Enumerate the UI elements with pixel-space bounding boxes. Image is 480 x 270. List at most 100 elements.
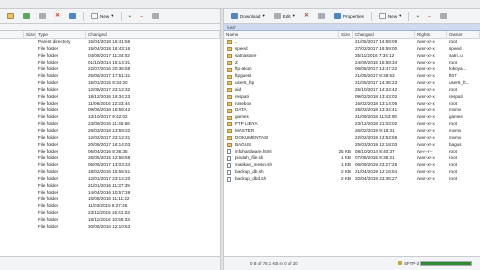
table-row[interactable]: aid 25/10/2017 14:34:42 rwxr-xr-x root	[224, 87, 480, 94]
table-row[interactable]: user6_ftp 21/05/2017 14:35:23 rwxr-xr-x use…	[224, 80, 480, 87]
right-filter-button[interactable]	[437, 11, 450, 21]
type-cell: File folder	[38, 155, 59, 161]
type-cell: File folder	[38, 203, 59, 209]
left-open-button[interactable]	[4, 11, 17, 21]
table-row[interactable]: DATA 26/03/2018 13:34:41 rwxr-xr-x mxmx	[224, 107, 480, 114]
size-cell	[335, 66, 353, 73]
left-new-button[interactable]: New ▾	[88, 11, 117, 21]
name-cell: aid	[235, 86, 242, 92]
left-col-size-header[interactable]: Size	[24, 31, 36, 39]
right-properties-button[interactable]: Properties	[331, 11, 367, 21]
table-row[interactable]: File folder 30/06/2016 12:10:53	[0, 224, 220, 231]
owner-cell: root	[449, 59, 457, 65]
table-row[interactable]: File folder 22/07/2016 20:36:58	[0, 66, 220, 73]
left-add-button[interactable]: +	[126, 12, 135, 21]
parent-folder-icon	[227, 40, 232, 45]
right-rename-button[interactable]	[315, 11, 328, 21]
right-col-size-header[interactable]: Size	[339, 31, 353, 39]
table-row[interactable]: FTP LIBYA 23/12/2018 21:03:02 rwxr-xr-x roo…	[224, 121, 480, 128]
table-row[interactable]: File folder 15/01/2015 9:34:20	[0, 80, 220, 87]
table-row[interactable]: ftp-akun 06/05/2017 13:47:22 rwxr-xr-x toko…	[224, 66, 480, 73]
table-row[interactable]: games 21/09/2018 11:53:08 rwxr-xr-x games	[224, 114, 480, 121]
table-row[interactable]: backup_dbd.sh 2 KB 20/04/2019 23:35:27 rwxr…	[224, 176, 480, 183]
right-col-name-header[interactable]: Name	[224, 31, 339, 39]
table-row[interactable]: File folder 09/06/2016 19:59:42	[0, 107, 220, 114]
table-row[interactable]: File folder 23/11/2016 16:41:03	[0, 210, 220, 217]
right-remove-button[interactable]: −	[425, 12, 434, 21]
rights-cell: rwxr-xr-x	[417, 114, 435, 120]
table-row[interactable]: File folder 06/06/2017 13:03:34	[0, 162, 220, 169]
table-row[interactable]: .. 21/05/2017 14:59:09 rwxr-xr-x root	[224, 39, 480, 46]
table-row[interactable]: rosebox 16/02/2018 13:14:06 rwxr-xr-x root	[224, 101, 480, 108]
type-cell: File folder	[38, 148, 59, 154]
right-col-rights-header[interactable]: Rights	[415, 31, 447, 39]
table-row[interactable]: matikan_mesin.sh 1 KB 06/09/2019 23:27:25 r…	[224, 162, 480, 169]
changed-cell: 25/10/2017 14:34:42	[355, 86, 398, 92]
table-row[interactable]: BAGUS 25/03/2019 12:18:03 rwxr-xr-x bagus	[224, 142, 480, 149]
table-row[interactable]: File folder 12/01/2017 23:12:20	[0, 176, 220, 183]
right-toolbar: Download ▾ Edit ▾ ✕ Properties New ▾ + −	[224, 9, 480, 24]
left-delete-button[interactable]: ✕	[52, 11, 63, 21]
table-row[interactable]: File folder 11/03/2015 8:27:46	[0, 203, 220, 210]
right-status-text: 0 B of 78.1 KB in 0 of 20	[250, 261, 298, 266]
left-filter-button[interactable]	[149, 11, 162, 21]
table-row[interactable]: File folder 26/05/2015 12:58:58	[0, 155, 220, 162]
table-row[interactable]: File folder 23/09/2016 11:45:56	[0, 121, 220, 128]
table-row[interactable]: File folder 12/02/2017 23:12:31	[0, 135, 220, 142]
left-col-type-header[interactable]: Type	[36, 31, 86, 39]
left-properties-button[interactable]	[66, 11, 79, 21]
table-row[interactable]: Parent directory 15/04/2018 16:41:56	[0, 39, 220, 46]
right-download-button[interactable]: Download ▾	[228, 11, 268, 21]
changed-cell: 21/04/2019 12:16:54	[355, 169, 398, 175]
right-col-owner-header[interactable]: Owner	[447, 31, 480, 39]
table-row[interactable]: File folder 13/10/2017 9:42:02	[0, 114, 220, 121]
type-cell: File folder	[38, 121, 59, 127]
table-row[interactable]: speed 27/02/2017 16:59:00 rwxr-xr-x speed	[224, 46, 480, 53]
right-add-button[interactable]: +	[413, 12, 422, 21]
changed-cell: 26/03/2018 13:34:41	[355, 107, 398, 113]
left-edit-button[interactable]	[36, 11, 49, 21]
table-row[interactable]: File folder 26/03/2018 13:59:32	[0, 128, 220, 135]
table-row[interactable]: backup_db.sh 2 KB 21/04/2019 12:16:54 rwxr-…	[224, 169, 480, 176]
right-col-changed-header[interactable]: Changed	[353, 31, 415, 39]
table-row[interactable]: ftpguest 21/05/2017 8:38:53 rwxr-xr-x ft07	[224, 73, 480, 80]
table-row[interactable]: File folder 18/11/2016 10:55:33	[0, 217, 220, 224]
table-row[interactable]: File folder 12/05/2017 23:12:32	[0, 87, 220, 94]
type-cell: File folder	[38, 216, 59, 222]
table-row[interactable]: infohardware.html 25 KB 08/10/2014 8:40:37…	[224, 149, 480, 156]
right-path-bar[interactable]: /usr/	[224, 24, 480, 31]
left-path-bar[interactable]	[0, 24, 220, 31]
right-new-button[interactable]: New ▾	[376, 11, 405, 21]
changed-cell: 15/04/2018 16:41:56	[88, 39, 131, 44]
table-row[interactable]: Z 24/06/2015 15:58:34 rwxr-xr-x root	[224, 60, 480, 67]
left-upload-button[interactable]	[20, 11, 33, 21]
left-col-changed-header[interactable]: Changed	[86, 31, 220, 39]
table-row[interactable]: File folder 04/08/2017 11:34:02	[0, 53, 220, 60]
properties-label: Properties	[343, 13, 364, 19]
right-delete-button[interactable]: ✕	[301, 11, 312, 21]
table-row[interactable]: File folder 15/04/2018 18:43:16	[0, 46, 220, 53]
table-row[interactable]: pindah_file.sh 1 KB 07/08/2015 9:35:21 rwxr…	[224, 155, 480, 162]
table-row[interactable]: File folder 21/01/2016 11:37:39	[0, 183, 220, 190]
table-row[interactable]: MASTER 26/02/2019 9:18:31 rwxr-xr-x mxmx	[224, 128, 480, 135]
edit-icon	[273, 13, 281, 19]
table-row[interactable]: File folder 11/06/2016 12:33:44	[0, 101, 220, 108]
right-edit-button[interactable]: Edit ▾	[271, 11, 298, 21]
table-row[interactable]: File folder 01/10/2014 16:14:31	[0, 60, 220, 67]
table-row[interactable]: File folder 14/04/2016 10:57:39	[0, 190, 220, 197]
size-cell: 2 KB	[341, 169, 351, 175]
table-row[interactable]: DOKUMENTASI 22/02/2019 13:53:58 rwxr-xr-x m…	[224, 135, 480, 142]
table-row[interactable]: File folder 25/06/2017 17:51:31	[0, 73, 220, 80]
changed-cell: 24/06/2015 15:58:34	[355, 59, 398, 65]
table-row[interactable]: File folder 06/04/2016 8:36:35	[0, 149, 220, 156]
left-remove-button[interactable]: −	[137, 12, 146, 21]
table-row[interactable]: File folder 18/12/2016 19:34:23	[0, 94, 220, 101]
table-row[interactable]: File folder 15/08/2016 11:11:22	[0, 196, 220, 203]
table-row[interactable]: satriastore 25/11/2016 7:34:12 rwxr-xr-x sa…	[224, 53, 480, 60]
table-row[interactable]: File folder 18/02/2016 15:55:51	[0, 169, 220, 176]
left-col-name-header[interactable]	[0, 31, 24, 39]
table-row[interactable]: respati 09/02/2018 13:43:02 rwxr-xr-x respa…	[224, 94, 480, 101]
changed-cell: 30/06/2016 12:10:53	[88, 223, 131, 229]
table-row[interactable]: File folder 20/06/2017 18:14:03	[0, 142, 220, 149]
type-cell: File folder	[38, 175, 59, 181]
